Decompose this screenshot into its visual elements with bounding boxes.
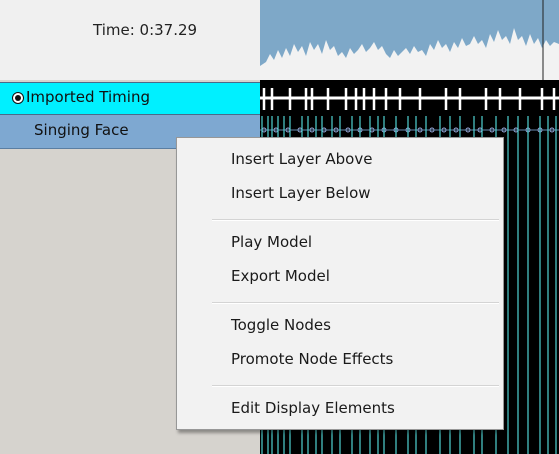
row-label: Singing Face [34,121,129,139]
row-label: Imported Timing [26,88,150,106]
menu-item-edit-display-elements[interactable]: Edit Display Elements [231,399,395,417]
time-display: Time: 0:37.29 [93,21,198,39]
menu-separator [212,219,499,221]
menu-item-toggle-nodes[interactable]: Toggle Nodes [231,316,331,334]
menu-item-play-model[interactable]: Play Model [231,233,312,251]
menu-item-promote-node-effects[interactable]: Promote Node Effects [231,350,393,368]
menu-separator [212,302,499,304]
menu-item-export-model[interactable]: Export Model [231,267,330,285]
menu-separator [212,385,499,387]
row-imported-timing[interactable]: Imported Timing [0,82,260,115]
active-timing-radio-icon[interactable] [12,92,24,104]
time-header: Time: 0:37.29 [0,0,260,80]
menu-item-insert-layer-below[interactable]: Insert Layer Below [231,184,371,202]
context-menu: Insert Layer Above Insert Layer Below Pl… [176,137,504,430]
menu-item-insert-layer-above[interactable]: Insert Layer Above [231,150,372,168]
